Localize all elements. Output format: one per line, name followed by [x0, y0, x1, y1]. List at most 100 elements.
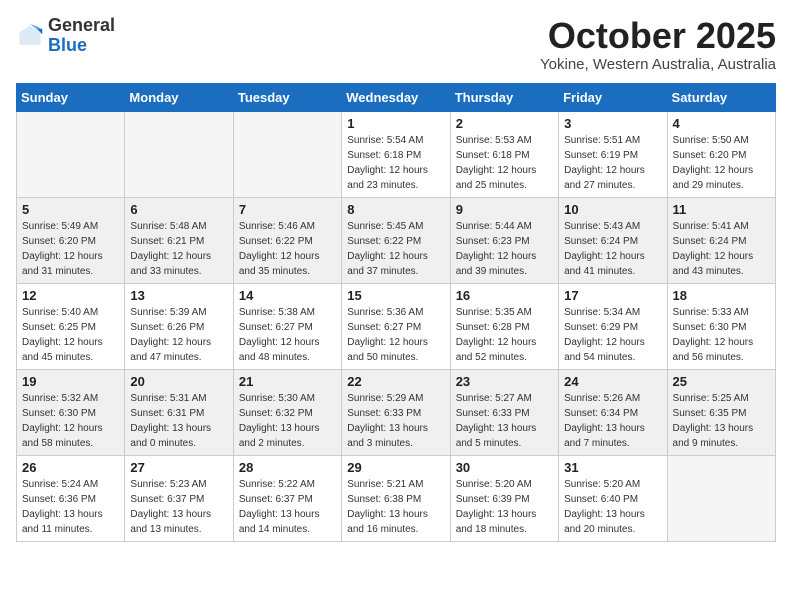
location-subtitle: Yokine, Western Australia, Australia — [540, 56, 776, 73]
calendar-cell: 19 Sunrise: 5:32 AM Sunset: 6:30 PM Dayli… — [17, 369, 125, 455]
calendar-cell: 13Sunrise: 5:39 AM Sunset: 6:26 PM Dayli… — [125, 283, 233, 369]
day-info: Sunrise: 5:41 AM Sunset: 6:24 PM Dayligh… — [673, 219, 770, 279]
calendar-week-row: 19 Sunrise: 5:32 AM Sunset: 6:30 PM Dayli… — [17, 369, 776, 455]
day-number: 26 — [22, 460, 119, 475]
weekday-header-sunday: Sunday — [17, 83, 125, 111]
day-info: Sunrise: 5:51 AM Sunset: 6:19 PM Dayligh… — [564, 133, 661, 193]
calendar-cell — [667, 455, 775, 541]
month-title: October 2025 — [540, 16, 776, 56]
day-number: 31 — [564, 460, 661, 475]
calendar-cell: 25Sunrise: 5:25 AM Sunset: 6:35 PM Dayli… — [667, 369, 775, 455]
page-header: General Blue October 2025 Yokine, Wester… — [16, 16, 776, 73]
calendar-cell: 14 Sunrise: 5:38 AM Sunset: 6:27 PM Dayli… — [233, 283, 341, 369]
calendar-week-row: 5Sunrise: 5:49 AM Sunset: 6:20 PM Daylig… — [17, 197, 776, 283]
weekday-header-monday: Monday — [125, 83, 233, 111]
day-number: 18 — [673, 288, 770, 303]
calendar-cell: 6 Sunrise: 5:48 AM Sunset: 6:21 PM Daylig… — [125, 197, 233, 283]
day-number: 23 — [456, 374, 553, 389]
weekday-header-wednesday: Wednesday — [342, 83, 450, 111]
logo-blue-text: Blue — [48, 35, 87, 55]
day-info: Sunrise: 5:26 AM Sunset: 6:34 PM Dayligh… — [564, 391, 661, 451]
calendar-cell: 22 Sunrise: 5:29 AM Sunset: 6:33 PM Dayli… — [342, 369, 450, 455]
day-info: Sunrise: 5:53 AM Sunset: 6:18 PM Dayligh… — [456, 133, 553, 193]
calendar-cell: 17Sunrise: 5:34 AM Sunset: 6:29 PM Dayli… — [559, 283, 667, 369]
day-number: 24 — [564, 374, 661, 389]
day-info: Sunrise: 5:24 AM Sunset: 6:36 PM Dayligh… — [22, 477, 119, 537]
calendar-cell: 5Sunrise: 5:49 AM Sunset: 6:20 PM Daylig… — [17, 197, 125, 283]
calendar-week-row: 26 Sunrise: 5:24 AM Sunset: 6:36 PM Dayli… — [17, 455, 776, 541]
day-info: Sunrise: 5:29 AM Sunset: 6:33 PM Dayligh… — [347, 391, 444, 451]
calendar-cell: 12Sunrise: 5:40 AM Sunset: 6:25 PM Dayli… — [17, 283, 125, 369]
day-number: 4 — [673, 116, 770, 131]
logo-icon — [16, 22, 44, 50]
day-number: 9 — [456, 202, 553, 217]
calendar-cell: 20 Sunrise: 5:31 AM Sunset: 6:31 PM Dayli… — [125, 369, 233, 455]
day-info: Sunrise: 5:30 AM Sunset: 6:32 PM Dayligh… — [239, 391, 336, 451]
calendar-cell: 1 Sunrise: 5:54 AM Sunset: 6:18 PM Daylig… — [342, 111, 450, 197]
day-number: 17 — [564, 288, 661, 303]
day-number: 15 — [347, 288, 444, 303]
day-number: 29 — [347, 460, 444, 475]
day-info: Sunrise: 5:20 AM Sunset: 6:39 PM Dayligh… — [456, 477, 553, 537]
day-info: Sunrise: 5:49 AM Sunset: 6:20 PM Dayligh… — [22, 219, 119, 279]
day-info: Sunrise: 5:21 AM Sunset: 6:38 PM Dayligh… — [347, 477, 444, 537]
calendar-cell: 11 Sunrise: 5:41 AM Sunset: 6:24 PM Dayli… — [667, 197, 775, 283]
day-number: 13 — [130, 288, 227, 303]
logo: General Blue — [16, 16, 115, 56]
day-info: Sunrise: 5:48 AM Sunset: 6:21 PM Dayligh… — [130, 219, 227, 279]
day-number: 1 — [347, 116, 444, 131]
day-info: Sunrise: 5:54 AM Sunset: 6:18 PM Dayligh… — [347, 133, 444, 193]
day-info: Sunrise: 5:50 AM Sunset: 6:20 PM Dayligh… — [673, 133, 770, 193]
day-number: 22 — [347, 374, 444, 389]
day-info: Sunrise: 5:20 AM Sunset: 6:40 PM Dayligh… — [564, 477, 661, 537]
calendar-cell — [125, 111, 233, 197]
calendar-cell: 31 Sunrise: 5:20 AM Sunset: 6:40 PM Dayli… — [559, 455, 667, 541]
day-number: 16 — [456, 288, 553, 303]
day-number: 12 — [22, 288, 119, 303]
day-number: 21 — [239, 374, 336, 389]
calendar-cell: 24 Sunrise: 5:26 AM Sunset: 6:34 PM Dayli… — [559, 369, 667, 455]
day-info: Sunrise: 5:22 AM Sunset: 6:37 PM Dayligh… — [239, 477, 336, 537]
weekday-header-tuesday: Tuesday — [233, 83, 341, 111]
day-info: Sunrise: 5:31 AM Sunset: 6:31 PM Dayligh… — [130, 391, 227, 451]
calendar-cell — [233, 111, 341, 197]
day-number: 14 — [239, 288, 336, 303]
day-info: Sunrise: 5:38 AM Sunset: 6:27 PM Dayligh… — [239, 305, 336, 365]
logo-general-text: General — [48, 15, 115, 35]
day-info: Sunrise: 5:27 AM Sunset: 6:33 PM Dayligh… — [456, 391, 553, 451]
day-number: 6 — [130, 202, 227, 217]
calendar-week-row: 12Sunrise: 5:40 AM Sunset: 6:25 PM Dayli… — [17, 283, 776, 369]
calendar-cell: 9Sunrise: 5:44 AM Sunset: 6:23 PM Daylig… — [450, 197, 558, 283]
calendar-cell: 16 Sunrise: 5:35 AM Sunset: 6:28 PM Dayli… — [450, 283, 558, 369]
calendar-cell: 15 Sunrise: 5:36 AM Sunset: 6:27 PM Dayli… — [342, 283, 450, 369]
day-number: 7 — [239, 202, 336, 217]
calendar-cell: 23 Sunrise: 5:27 AM Sunset: 6:33 PM Dayli… — [450, 369, 558, 455]
day-info: Sunrise: 5:46 AM Sunset: 6:22 PM Dayligh… — [239, 219, 336, 279]
day-info: Sunrise: 5:43 AM Sunset: 6:24 PM Dayligh… — [564, 219, 661, 279]
day-info: Sunrise: 5:33 AM Sunset: 6:30 PM Dayligh… — [673, 305, 770, 365]
calendar-cell: 18 Sunrise: 5:33 AM Sunset: 6:30 PM Dayli… — [667, 283, 775, 369]
day-number: 20 — [130, 374, 227, 389]
day-info: Sunrise: 5:32 AM Sunset: 6:30 PM Dayligh… — [22, 391, 119, 451]
weekday-header-thursday: Thursday — [450, 83, 558, 111]
calendar-week-row: 1 Sunrise: 5:54 AM Sunset: 6:18 PM Daylig… — [17, 111, 776, 197]
day-number: 11 — [673, 202, 770, 217]
day-number: 10 — [564, 202, 661, 217]
day-number: 30 — [456, 460, 553, 475]
weekday-row: SundayMondayTuesdayWednesdayThursdayFrid… — [17, 83, 776, 111]
calendar-table: SundayMondayTuesdayWednesdayThursdayFrid… — [16, 83, 776, 542]
day-info: Sunrise: 5:35 AM Sunset: 6:28 PM Dayligh… — [456, 305, 553, 365]
calendar-cell: 2 Sunrise: 5:53 AM Sunset: 6:18 PM Daylig… — [450, 111, 558, 197]
day-info: Sunrise: 5:25 AM Sunset: 6:35 PM Dayligh… — [673, 391, 770, 451]
calendar-cell: 10 Sunrise: 5:43 AM Sunset: 6:24 PM Dayli… — [559, 197, 667, 283]
weekday-header-saturday: Saturday — [667, 83, 775, 111]
calendar-cell: 28Sunrise: 5:22 AM Sunset: 6:37 PM Dayli… — [233, 455, 341, 541]
day-number: 2 — [456, 116, 553, 131]
calendar-header: SundayMondayTuesdayWednesdayThursdayFrid… — [17, 83, 776, 111]
calendar-cell: 26 Sunrise: 5:24 AM Sunset: 6:36 PM Dayli… — [17, 455, 125, 541]
day-info: Sunrise: 5:36 AM Sunset: 6:27 PM Dayligh… — [347, 305, 444, 365]
calendar-cell: 3Sunrise: 5:51 AM Sunset: 6:19 PM Daylig… — [559, 111, 667, 197]
day-number: 27 — [130, 460, 227, 475]
calendar-cell: 30 Sunrise: 5:20 AM Sunset: 6:39 PM Dayli… — [450, 455, 558, 541]
day-number: 19 — [22, 374, 119, 389]
